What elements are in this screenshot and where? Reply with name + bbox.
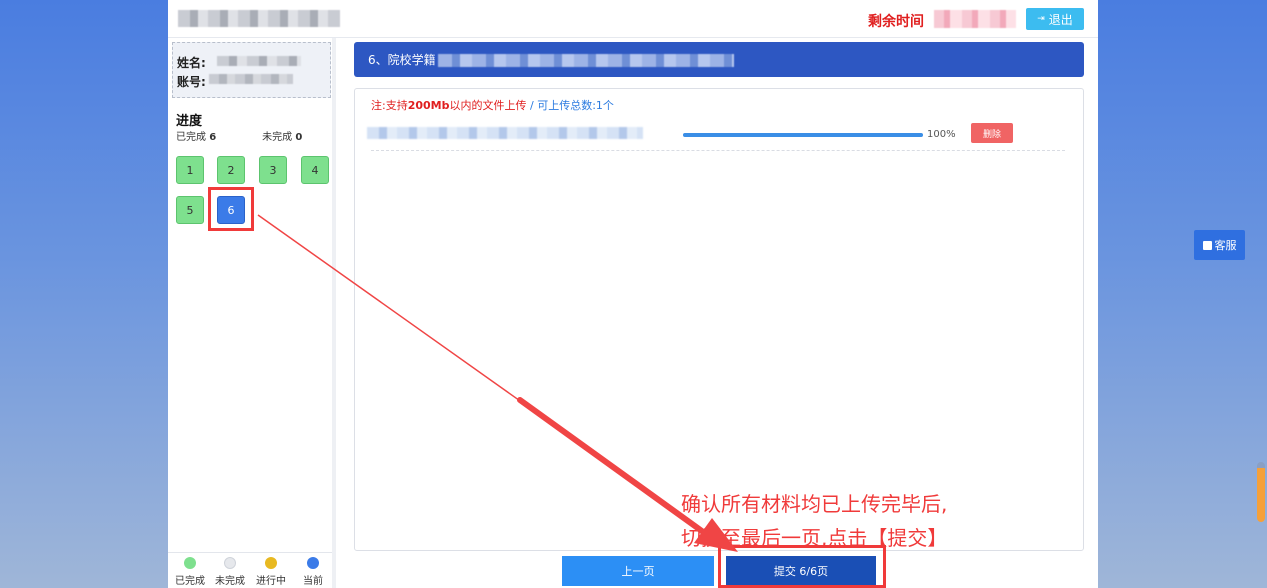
incomplete-dot-icon [224, 557, 236, 569]
upload-note: 注:支持200Mb以内的文件上传 / 可上传总数:1个 [371, 99, 614, 112]
highlight-box-current-question [208, 187, 254, 231]
exam-window: 剩余时间 ⇥ 退出 姓名: 账号: 进度 已完成 6 未完成 0 1 2 3 4… [168, 0, 1098, 588]
timer-value-redacted [934, 10, 1016, 28]
name-value-redacted [217, 56, 301, 66]
legend-in-progress: 进行中 [251, 557, 291, 587]
incomplete-stat: 未完成 0 [262, 132, 303, 143]
legend-incomplete: 未完成 [210, 557, 250, 587]
legend-current: 当前 [293, 557, 333, 587]
upload-progress-bar [683, 133, 923, 137]
customer-service-label: 客服 [1214, 239, 1237, 252]
upload-progress-fill [683, 133, 923, 137]
progress-stats: 已完成 6 未完成 0 [176, 128, 302, 143]
sidebar: 姓名: 账号: 进度 已完成 6 未完成 0 1 2 3 4 5 6 已完成 未… [168, 38, 336, 588]
timer-label: 剩余时间 [868, 14, 924, 30]
user-info-card: 姓名: 账号: [172, 42, 331, 98]
in-progress-dot-icon [265, 557, 277, 569]
scrollbar-thumb[interactable] [1257, 462, 1265, 522]
name-label: 姓名: [177, 56, 206, 70]
legend-completed: 已完成 [170, 557, 210, 587]
logout-label: 退出 [1048, 12, 1073, 27]
chat-icon [1202, 240, 1212, 250]
completed-dot-icon [184, 557, 196, 569]
logout-button[interactable]: ⇥ 退出 [1026, 8, 1084, 30]
question-title: 6、院校学籍 [368, 53, 436, 67]
upload-panel: 注:支持200Mb以内的文件上传 / 可上传总数:1个 100% 删除 确认所有… [354, 88, 1084, 551]
uploaded-file-row: 100% 删除 [367, 123, 1065, 151]
progress-title: 进度 [176, 114, 203, 129]
customer-service-button[interactable]: 客服 [1194, 230, 1245, 260]
account-label: 账号: [177, 75, 206, 89]
file-name-redacted [367, 127, 643, 139]
logo-redacted [178, 10, 340, 27]
prev-page-button[interactable]: 上一页 [562, 556, 714, 586]
top-bar: 剩余时间 ⇥ 退出 [168, 0, 1098, 38]
account-value-redacted [209, 74, 293, 84]
logout-icon: ⇥ [1037, 14, 1045, 24]
question-button-3[interactable]: 3 [259, 156, 287, 184]
delete-file-button[interactable]: 删除 [971, 123, 1013, 143]
completed-stat: 已完成 6 [176, 132, 217, 143]
question-header: 6、院校学籍 [354, 42, 1084, 77]
question-title-redacted [438, 54, 734, 67]
status-legend: 已完成 未完成 进行中 当前 [168, 552, 332, 588]
question-button-5[interactable]: 5 [176, 196, 204, 224]
question-button-2[interactable]: 2 [217, 156, 245, 184]
upload-progress-text: 100% [927, 129, 956, 140]
question-button-1[interactable]: 1 [176, 156, 204, 184]
question-button-4[interactable]: 4 [301, 156, 329, 184]
highlight-box-submit [718, 545, 886, 588]
current-dot-icon [307, 557, 319, 569]
